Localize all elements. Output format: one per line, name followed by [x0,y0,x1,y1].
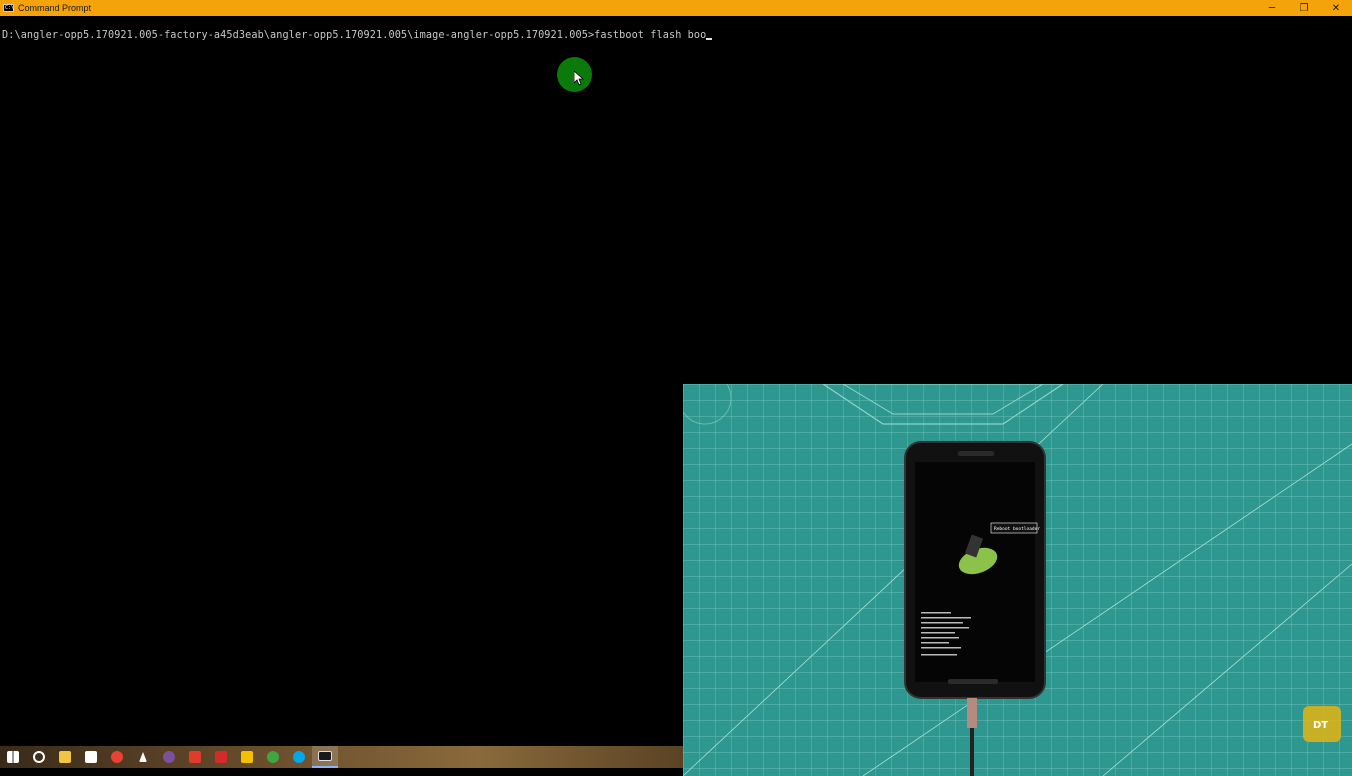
taskbar-file-explorer[interactable] [52,746,78,768]
circle-icon [33,751,45,763]
taskbar-skype[interactable] [286,746,312,768]
title-bar[interactable]: C:\ Command Prompt ─ ❐ ✕ [0,0,1352,16]
taskbar-app-red[interactable] [182,746,208,768]
taskbar-command-prompt[interactable] [312,746,338,768]
taskbar-chrome[interactable] [104,746,130,768]
taskbar-viber[interactable] [156,746,182,768]
skype-icon [293,751,305,763]
yellow-app-icon [241,751,253,763]
typed-command: fastboot flash boo [594,30,707,41]
watermark-logo: DT [1313,720,1328,731]
taskbar-cortana-button[interactable] [26,746,52,768]
viber-icon [163,751,175,763]
text-cursor [706,38,713,40]
windows-icon [7,751,19,763]
restore-button[interactable]: ❐ [1288,0,1320,16]
cmd-app-icon: C:\ [3,4,15,12]
prompt-path: D:\angler-opp5.170921.005-factory-a45d3e… [2,30,595,41]
taskbar-app-shield[interactable] [208,746,234,768]
taskbar-app-green[interactable] [260,746,286,768]
taskbar-app-lightning[interactable] [130,746,156,768]
red-app-icon [189,751,201,763]
taskbar [0,746,683,768]
taskbar-start-button[interactable] [0,746,26,768]
taskbar-app-yellow[interactable] [234,746,260,768]
bag-icon [85,751,97,763]
cutting-mat-scene: Reboot bootloader DT [683,384,1352,776]
chrome-icon [111,751,123,763]
green-app-icon [267,751,279,763]
phone-menu-label: Reboot bootloader [994,526,1040,532]
mouse-pointer-icon [574,71,584,86]
window-title: Command Prompt [18,3,92,13]
lightning-icon [139,752,147,762]
command-line: D:\angler-opp5.170921.005-factory-a45d3e… [2,30,713,41]
minimize-button[interactable]: ─ [1256,0,1288,16]
close-button[interactable]: ✕ [1320,0,1352,16]
taskbar-store[interactable] [78,746,104,768]
cmd-icon [318,751,332,761]
video-overlay: Reboot bootloader DT [683,384,1352,776]
folder-icon [59,751,71,763]
shield-icon [215,751,227,763]
window-controls: ─ ❐ ✕ [1256,0,1352,16]
